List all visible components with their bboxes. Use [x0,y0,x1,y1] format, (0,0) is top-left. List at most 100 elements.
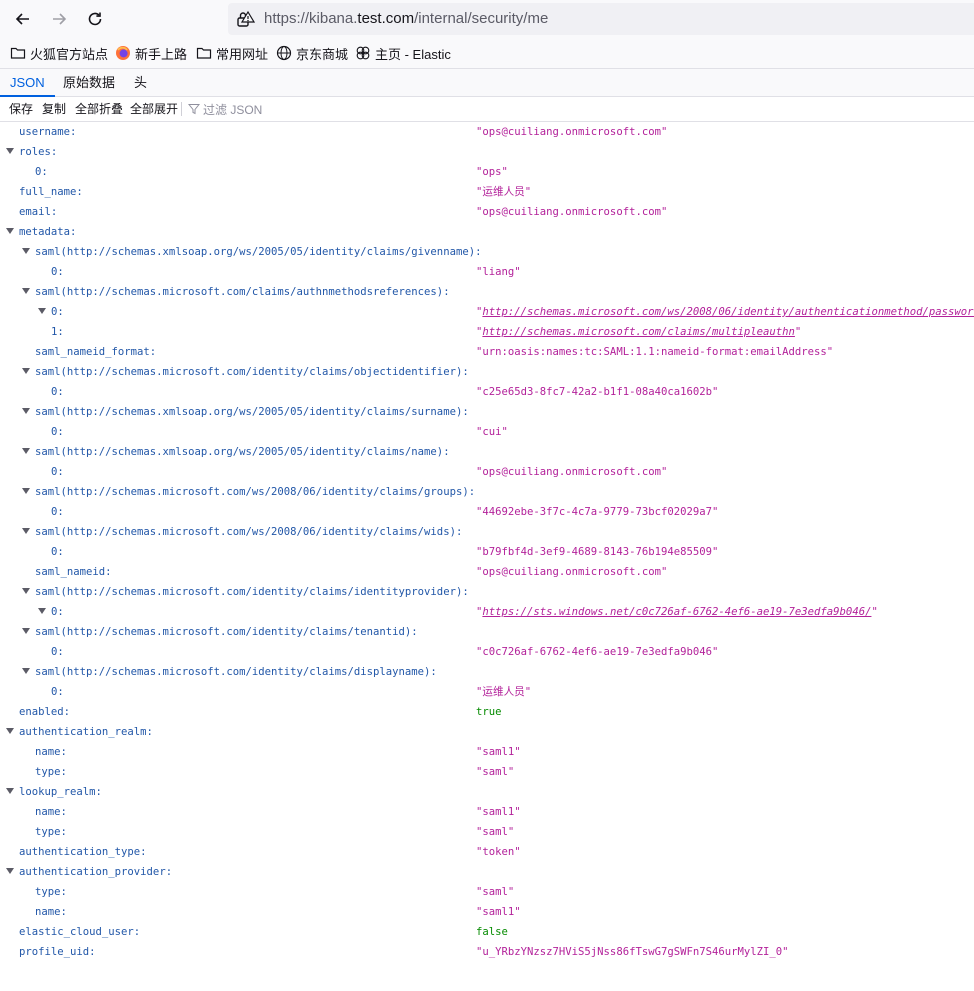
json-row[interactable]: authentication_provider: [0,862,974,882]
json-row[interactable]: 0: "44692ebe-3f7c-4c7a-9779-73bcf02029a7" [0,502,974,522]
json-row[interactable]: full_name: "运维人员" [0,182,974,202]
expand-all-button[interactable]: 全部展开 [130,97,178,121]
json-row[interactable]: 0: "cui" [0,422,974,442]
json-key: saml(http://schemas.microsoft.com/claims… [35,286,450,298]
json-string-value: "urn:oasis:names:tc:SAML:1.1:nameid-form… [476,346,834,358]
json-url-link[interactable]: http://schemas.microsoft.com/claims/mult… [482,326,795,338]
json-row[interactable]: 0: "https://sts.windows.net/c0c726af-6762… [0,602,974,622]
json-row[interactable]: elastic_cloud_user: false [0,922,974,942]
reload-button[interactable] [82,6,108,32]
json-row[interactable]: username: "ops@cuiliang.onmicrosoft.com" [0,122,974,142]
json-key: saml_nameid_format: [35,346,157,358]
json-row[interactable]: roles: [0,142,974,162]
expand-toggle-icon[interactable] [22,248,30,254]
expand-toggle-icon[interactable] [22,408,30,414]
viewer-tabs: JSON 原始数据 头 [0,69,974,97]
json-boolean-value: false [476,926,508,938]
tab-raw-data[interactable]: 原始数据 [63,69,115,96]
bookmark-item[interactable]: 火狐官方站点 [10,44,108,62]
expand-toggle-icon[interactable] [6,788,14,794]
json-row[interactable]: type: "saml" [0,822,974,842]
tab-headers[interactable]: 头 [134,69,147,96]
globe-icon [276,45,292,61]
json-row[interactable]: saml(http://schemas.microsoft.com/ws/200… [0,482,974,502]
json-key: saml(http://schemas.microsoft.com/identi… [35,586,469,598]
filter-json-input[interactable]: 过滤 JSON [188,97,262,121]
expand-toggle-icon[interactable] [6,228,14,234]
bookmarks-toolbar: 火狐官方站点 新手上路 常用网址 京东商城 主页 - Elastic [0,38,974,69]
json-row[interactable]: lookup_realm: [0,782,974,802]
json-row[interactable]: authentication_realm: [0,722,974,742]
json-row[interactable]: type: "saml" [0,762,974,782]
json-string-value: "saml" [476,766,515,778]
json-row[interactable]: enabled: true [0,702,974,722]
json-row[interactable]: saml(http://schemas.microsoft.com/identi… [0,622,974,642]
json-row[interactable]: type: "saml" [0,882,974,902]
json-tree: username: "ops@cuiliang.onmicrosoft.com" r… [0,122,974,962]
json-row[interactable]: 0: "ops@cuiliang.onmicrosoft.com" [0,462,974,482]
bookmark-item[interactable]: 新手上路 [115,44,187,62]
expand-toggle-icon[interactable] [22,368,30,374]
json-row[interactable]: email: "ops@cuiliang.onmicrosoft.com" [0,202,974,222]
json-key: 0: [51,386,64,398]
json-row[interactable]: saml(http://schemas.xmlsoap.org/ws/2005/… [0,242,974,262]
json-url-link[interactable]: https://sts.windows.net/c0c726af-6762-4e… [482,606,871,618]
json-row[interactable]: name: "saml1" [0,902,974,922]
json-key: profile_uid: [19,946,96,958]
forward-button[interactable] [46,6,72,32]
json-row[interactable]: 0: "liang" [0,262,974,282]
json-row[interactable]: name: "saml1" [0,742,974,762]
json-row[interactable]: 0: "c0c726af-6762-4ef6-ae19-7e3edfa9b046" [0,642,974,662]
json-row[interactable]: metadata: [0,222,974,242]
json-row[interactable]: saml(http://schemas.xmlsoap.org/ws/2005/… [0,442,974,462]
json-row[interactable]: saml(http://schemas.microsoft.com/ws/200… [0,522,974,542]
expand-toggle-icon[interactable] [22,528,30,534]
json-key: saml(http://schemas.microsoft.com/identi… [35,666,437,678]
expand-toggle-icon[interactable] [6,148,14,154]
copy-button[interactable]: 复制 [42,97,66,121]
json-row[interactable]: saml_nameid: "ops@cuiliang.onmicrosoft.co… [0,562,974,582]
json-row[interactable]: 0: "c25e65d3-8fc7-42a2-b1f1-08a40ca1602b" [0,382,974,402]
expand-toggle-icon[interactable] [22,488,30,494]
json-row[interactable]: saml(http://schemas.xmlsoap.org/ws/2005/… [0,402,974,422]
json-string-value: "ops@cuiliang.onmicrosoft.com" [476,126,668,138]
expand-toggle-icon[interactable] [6,728,14,734]
collapse-all-button[interactable]: 全部折叠 [75,97,123,121]
json-url-link[interactable]: http://schemas.microsoft.com/ws/2008/06/… [482,306,974,318]
expand-toggle-icon[interactable] [22,668,30,674]
json-row[interactable]: saml(http://schemas.microsoft.com/identi… [0,662,974,682]
json-key: 1: [51,326,64,338]
json-string-value: "ops@cuiliang.onmicrosoft.com" [476,466,668,478]
back-button[interactable] [10,6,36,32]
json-row[interactable]: name: "saml1" [0,802,974,822]
json-row[interactable]: 0: "b79fbf4d-3ef9-4689-8143-76b194e85509" [0,542,974,562]
expand-toggle-icon[interactable] [22,628,30,634]
json-row[interactable]: 0: "http://schemas.microsoft.com/ws/2008/… [0,302,974,322]
expand-toggle-icon[interactable] [22,448,30,454]
json-key: type: [35,826,67,838]
expand-toggle-icon[interactable] [38,308,46,314]
json-key: metadata: [19,226,77,238]
json-string-value: "运维人员" [476,186,532,198]
json-row[interactable]: saml(http://schemas.microsoft.com/identi… [0,362,974,382]
json-key: saml(http://schemas.microsoft.com/ws/200… [35,526,463,538]
json-row[interactable]: profile_uid: "u_YRbzYNzsz7HViS5jNss86fTsw… [0,942,974,962]
expand-toggle-icon[interactable] [38,608,46,614]
json-row[interactable]: saml(http://schemas.microsoft.com/identi… [0,582,974,602]
json-row[interactable]: 0: "运维人员" [0,682,974,702]
json-row[interactable]: saml_nameid_format: "urn:oasis:names:tc:S… [0,342,974,362]
json-key: 0: [51,606,64,618]
json-row[interactable]: authentication_type: "token" [0,842,974,862]
json-row[interactable]: 0: "ops" [0,162,974,182]
bookmark-item[interactable]: 常用网址 [196,44,268,62]
save-button[interactable]: 保存 [9,97,33,121]
expand-toggle-icon[interactable] [22,288,30,294]
bookmark-item[interactable]: 主页 - Elastic [355,44,451,62]
json-row[interactable]: saml(http://schemas.microsoft.com/claims… [0,282,974,302]
tab-json[interactable]: JSON [0,69,55,97]
url-bar[interactable]: https://kibana.test.com/internal/securit… [228,3,974,35]
bookmark-item[interactable]: 京东商城 [276,44,348,62]
expand-toggle-icon[interactable] [6,868,14,874]
json-row[interactable]: 1: "http://schemas.microsoft.com/claims/m… [0,322,974,342]
expand-toggle-icon[interactable] [22,588,30,594]
